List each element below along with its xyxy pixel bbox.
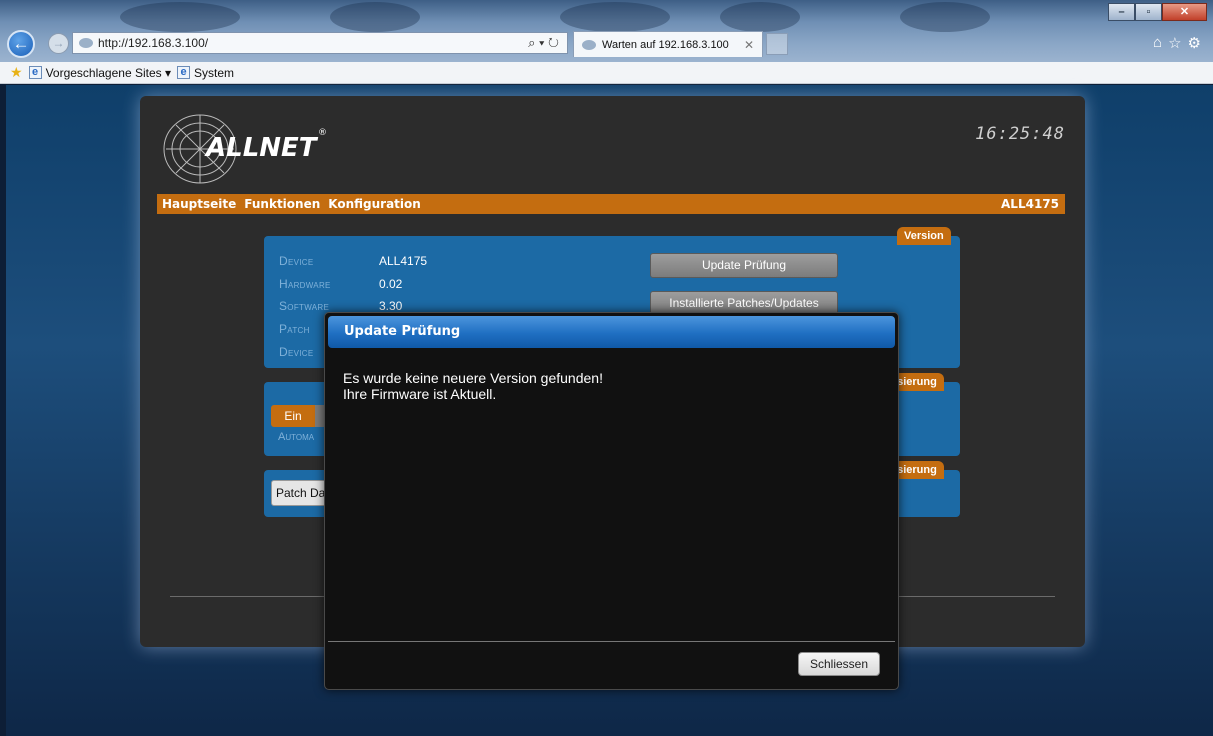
aero-glow: [330, 2, 420, 32]
page-icon: [79, 38, 93, 48]
favorite-suggested-sites[interactable]: e Vorgeschlagene Sites ▾: [28, 65, 171, 80]
info-row-device: Device ALL4175: [279, 254, 427, 268]
info-key: Device: [279, 254, 314, 268]
dialog-message: Es wurde keine neuere Version gefunden! …: [343, 370, 603, 402]
maximize-icon[interactable]: ▫: [1135, 3, 1162, 21]
dialog-message-line2: Ihre Firmware ist Aktuell.: [343, 386, 497, 402]
window-controls: – ▫ ✕: [1108, 3, 1207, 21]
info-row-software: Software 3.30: [279, 299, 402, 313]
close-window-icon[interactable]: ✕: [1162, 3, 1207, 21]
patch-date-button[interactable]: Patch Da: [271, 480, 331, 506]
dialog-title: Update Prüfung: [328, 316, 895, 348]
nav-konfiguration[interactable]: Konfiguration: [328, 197, 421, 211]
nav-device-name: ALL4175: [1001, 197, 1059, 211]
nav-hauptseite[interactable]: Hauptseite: [162, 197, 236, 211]
favorites-star-icon[interactable]: ☆: [1168, 34, 1181, 52]
update-check-button[interactable]: Update Prüfung: [650, 253, 838, 278]
version-tag: Version: [897, 227, 951, 245]
browser-tab[interactable]: Warten auf 192.168.3.100 ✕: [573, 31, 763, 57]
favorite-system[interactable]: e System: [177, 66, 234, 80]
update-check-dialog: Update Prüfung Es wurde keine neuere Ver…: [324, 312, 899, 690]
main-nav: Hauptseite Funktionen Konfiguration ALL4…: [157, 194, 1065, 214]
info-key: Hardware: [279, 277, 331, 291]
favorite-label: Vorgeschlagene Sites ▾: [45, 65, 171, 80]
new-tab-button[interactable]: [766, 33, 788, 55]
dialog-message-line1: Es wurde keine neuere Version gefunden!: [343, 370, 603, 386]
favorite-label: System: [194, 65, 235, 80]
aero-glow: [120, 2, 240, 32]
browser-titlebar: – ▫ ✕ ← → http://192.168.3.100/ ⌕ ▾ ↻ Wa…: [0, 0, 1213, 62]
address-text: http://192.168.3.100/: [98, 36, 209, 50]
home-icon[interactable]: ⌂: [1153, 34, 1162, 52]
info-value: 3.30: [379, 299, 403, 313]
nav-funktionen[interactable]: Funktionen: [244, 197, 320, 211]
toggle-on-button[interactable]: Ein: [271, 405, 315, 427]
settings-gear-icon[interactable]: ⚙: [1188, 34, 1201, 52]
forward-arrow-icon[interactable]: →: [48, 33, 69, 54]
info-key: Software: [279, 299, 330, 313]
svg-text:ALLNET: ALLNET: [204, 133, 319, 163]
favorites-star-icon[interactable]: ★: [10, 64, 23, 81]
address-bar[interactable]: http://192.168.3.100/ ⌕ ▾ ↻: [72, 32, 568, 54]
dialog-footer-divider: [328, 641, 895, 642]
clock: 16:25:48: [975, 124, 1065, 144]
tab-close-icon[interactable]: ✕: [744, 38, 754, 52]
tab-page-icon: [582, 39, 596, 50]
aero-glow: [560, 2, 670, 32]
aero-glow: [720, 2, 800, 32]
close-dialog-button[interactable]: Schliessen: [798, 652, 880, 676]
info-row-hardware: Hardware 0.02: [279, 277, 402, 291]
ie-icon: e: [177, 66, 190, 79]
search-refresh-icons[interactable]: ⌕ ▾ ↻: [528, 35, 559, 51]
favorites-bar: ★ e Vorgeschlagene Sites ▾ e System: [0, 62, 1213, 84]
aero-glow: [900, 2, 990, 32]
allnet-logo: ALLNET ®: [163, 114, 327, 184]
ie-icon: e: [28, 66, 42, 79]
minimize-icon[interactable]: –: [1108, 3, 1135, 21]
automatic-label: Automa: [278, 431, 315, 443]
tab-title: Warten auf 192.168.3.100: [602, 38, 729, 51]
info-value: 0.02: [379, 277, 403, 291]
svg-text:®: ®: [318, 128, 327, 138]
back-arrow-icon[interactable]: ←: [7, 30, 35, 58]
browser-tool-icons: ⌂ ☆ ⚙: [1153, 34, 1201, 52]
info-value: ALL4175: [379, 254, 428, 268]
